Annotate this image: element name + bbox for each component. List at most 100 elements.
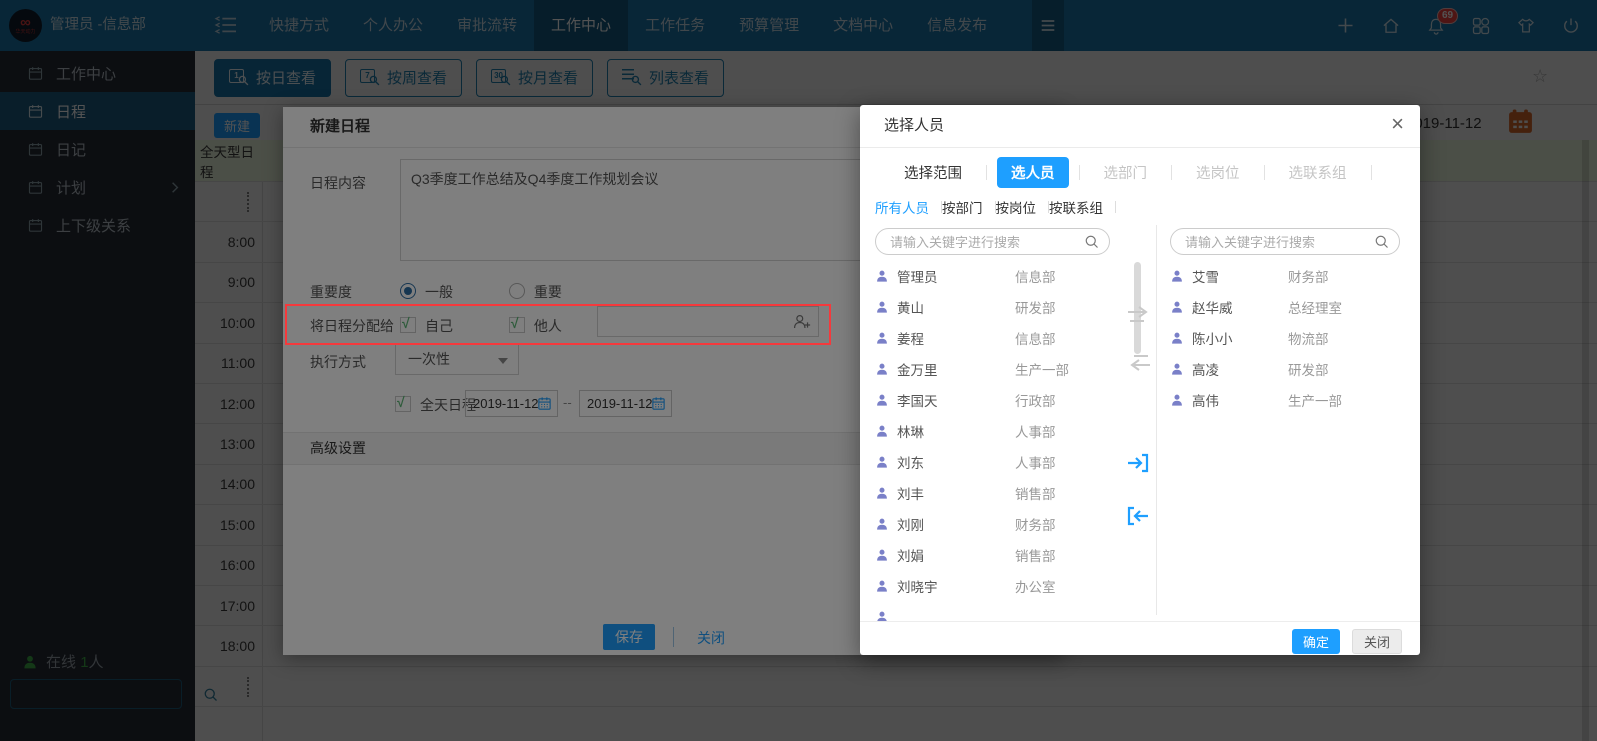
person-department: 生产一部 [1288,393,1342,409]
person-icon [875,331,889,345]
available-person-list: 管理员 信息部 黄山 研发部 姜程 信息部 金万里 生产一部 李国天 行政部 林… [875,260,1110,621]
person-name: 刘刚 [897,517,924,533]
person-icon [1170,393,1184,407]
tab-separator [1078,165,1080,180]
person-icon [875,362,889,376]
person-name: 刘晓宇 [897,579,938,595]
header-divider [860,147,1420,148]
select-person-modal: 选择人员 × 选择范围 选人员 选部门 选岗位 选联系组 所有人员 按部门 按岗… [860,105,1420,655]
person-icon [875,393,889,407]
search-icon[interactable] [1084,234,1099,249]
footer-divider [860,621,1420,622]
tab[interactable]: 选人员 [997,157,1069,188]
person-department: 人事部 [1015,455,1056,471]
person-department: 行政部 [1015,393,1056,409]
person-name: 高伟 [1192,393,1219,409]
selected-search-input[interactable] [1183,231,1371,254]
person-name: 刘东 [897,455,924,471]
subtab[interactable]: 按部门 [942,197,995,217]
person-list-item[interactable]: 刘丰 销售部 [875,477,1110,508]
tab-separator [1370,165,1372,180]
tab-separator [1263,165,1265,180]
move-selected-right-icon[interactable] [1126,452,1152,476]
person-icon [1170,269,1184,283]
move-all-left-icon[interactable] [1126,350,1152,374]
tab[interactable]: 选部门 [1090,157,1162,188]
person-department: 人事部 [1015,424,1056,440]
person-list-item[interactable]: 姜程 信息部 [875,322,1110,353]
person-icon [1170,362,1184,376]
person-list-item[interactable]: 李国天 行政部 [875,384,1110,415]
person-icon [875,579,889,593]
move-selected-left-icon[interactable] [1126,505,1152,529]
selected-person-list: 艾雪 财务部 赵华威 总经理室 陈小小 物流部 高凌 研发部 高伟 生产一部 [1170,260,1405,621]
person-name: 陈小小 [1192,331,1233,347]
selected-search [1170,228,1400,255]
subtab-separator [1115,201,1116,213]
person-name: 刘娟 [897,548,924,564]
person-name: 金万里 [897,362,938,378]
person-department: 研发部 [1288,362,1329,378]
person-icon [875,610,889,621]
subtab[interactable]: 所有人员 [875,197,941,217]
filter-subtabs: 所有人员 按部门 按岗位 按联系组 [875,197,1116,217]
person-name: 赵华威 [1192,300,1233,316]
person-icon [875,517,889,531]
subtab[interactable]: 按联系组 [1049,197,1115,217]
modal-title: 选择人员 [884,117,945,134]
person-list-item[interactable]: 赵华威 总经理室 [1170,291,1405,322]
person-list-item[interactable]: 陈小小 物流部 [1170,322,1405,353]
tab[interactable]: 选联系组 [1275,157,1361,188]
move-all-right-icon[interactable] [1126,305,1152,329]
person-list-item[interactable]: 高伟 生产一部 [1170,384,1405,415]
person-list-item[interactable]: 刘东 人事部 [875,446,1110,477]
person-icon [875,486,889,500]
person-name: 林琳 [897,424,924,440]
person-list-item[interactable] [875,601,1110,621]
tab[interactable]: 选择范围 [890,157,976,188]
person-department: 研发部 [1015,300,1056,316]
person-list-item[interactable]: 刘刚 财务部 [875,508,1110,539]
person-department: 信息部 [1015,331,1056,347]
subtab[interactable]: 按岗位 [996,197,1049,217]
person-department: 销售部 [1015,486,1056,502]
person-name: 李国天 [897,393,938,409]
person-name: 刘丰 [897,486,924,502]
person-icon [875,455,889,469]
tab-separator [986,165,987,180]
tab[interactable]: 选岗位 [1182,157,1254,188]
person-list-item[interactable]: 管理员 信息部 [875,260,1110,291]
person-icon [875,300,889,314]
select-mode-tabs: 选择范围 选人员 选部门 选岗位 选联系组 [890,157,1382,188]
person-list-item[interactable]: 黄山 研发部 [875,291,1110,322]
red-highlight-annotation [285,304,831,345]
person-department: 生产一部 [1015,362,1069,378]
person-list-item[interactable]: 林琳 人事部 [875,415,1110,446]
person-name: 黄山 [897,300,924,316]
person-department: 财务部 [1288,269,1329,285]
person-icon [875,548,889,562]
person-icon [1170,331,1184,345]
search-icon[interactable] [1374,234,1389,249]
person-name: 姜程 [897,331,924,347]
tab-separator [1171,165,1172,180]
person-icon [875,424,889,438]
person-icon [875,269,889,283]
person-icon [1170,300,1184,314]
person-list-item[interactable]: 刘晓宇 办公室 [875,570,1110,601]
person-department: 总经理室 [1288,300,1342,316]
person-name: 高凌 [1192,362,1219,378]
person-department: 信息部 [1015,269,1056,285]
person-list-item[interactable]: 金万里 生产一部 [875,353,1110,384]
available-search [875,228,1110,255]
person-name: 管理员 [897,269,938,285]
person-list-item[interactable]: 刘娟 销售部 [875,539,1110,570]
person-department: 办公室 [1015,579,1056,595]
person-list-item[interactable]: 艾雪 财务部 [1170,260,1405,291]
close-button[interactable]: 关闭 [1352,629,1402,654]
person-name: 艾雪 [1192,269,1219,285]
person-list-item[interactable]: 高凌 研发部 [1170,353,1405,384]
available-search-input[interactable] [888,231,1081,254]
close-icon[interactable]: × [1391,113,1404,135]
confirm-button[interactable]: 确定 [1292,629,1340,654]
